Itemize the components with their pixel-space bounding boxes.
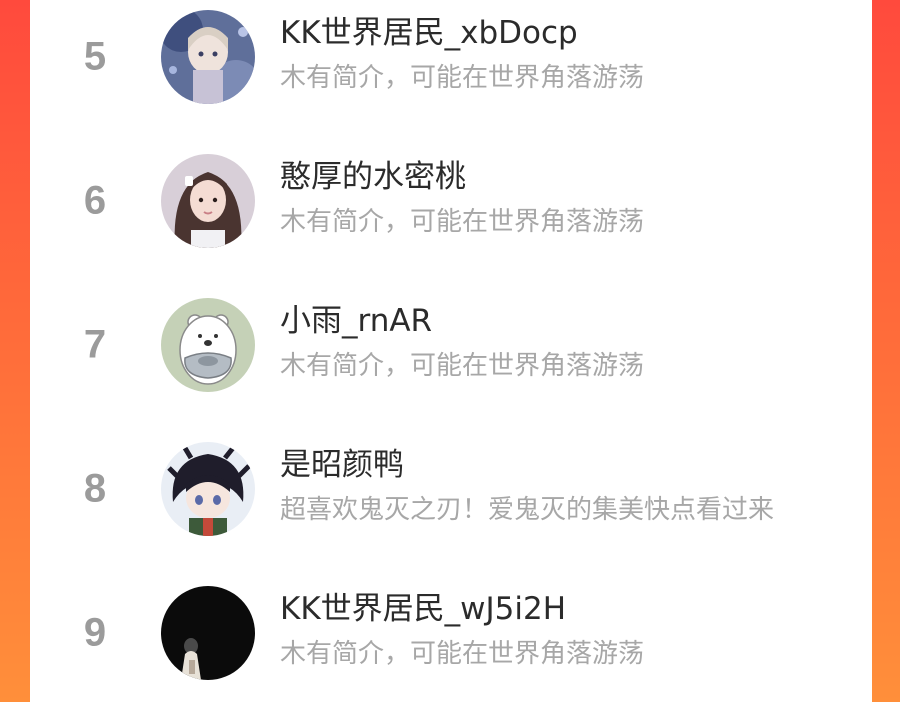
rank-number: 9 xyxy=(83,610,107,655)
ranking-list: 5 KK世界居民_xbDocp 木有简介，可能在世界角落游荡 6 憨厚的水密桃 … xyxy=(30,0,872,702)
list-item[interactable]: 6 憨厚的水密桃 木有简介，可能在世界角落游荡 xyxy=(30,141,872,261)
rank-number: 7 xyxy=(83,322,107,367)
list-item[interactable]: 8 是昭颜鸭 超喜欢鬼灭之刃！爱鬼灭的集美快点看过来 xyxy=(30,429,872,549)
user-name[interactable]: KK世界居民_xbDocp xyxy=(280,7,578,52)
user-bio: 木有简介，可能在世界角落游荡 xyxy=(280,207,645,237)
rank-number: 6 xyxy=(83,178,107,223)
list-item[interactable]: 9 KK世界居民_wJ5i2H 木有简介，可能在世界角落游荡 xyxy=(30,573,872,693)
list-item[interactable]: 5 KK世界居民_xbDocp 木有简介，可能在世界角落游荡 xyxy=(30,0,872,117)
user-name[interactable]: KK世界居民_wJ5i2H xyxy=(280,583,566,628)
user-name[interactable]: 憨厚的水密桃 xyxy=(280,151,466,196)
rank-number: 8 xyxy=(83,466,107,511)
dark-photo-avatar[interactable] xyxy=(161,586,255,680)
user-name[interactable]: 小雨_rnAR xyxy=(280,295,432,340)
user-bio: 木有简介，可能在世界角落游荡 xyxy=(280,63,645,93)
user-bio: 木有简介，可能在世界角落游荡 xyxy=(280,639,645,669)
list-item[interactable]: 7 小雨_rnAR 木有简介，可能在世界角落游荡 xyxy=(30,285,872,405)
anime-girl-avatar[interactable] xyxy=(161,10,255,104)
rank-number: 5 xyxy=(83,34,107,79)
girl-photo-avatar[interactable] xyxy=(161,154,255,248)
anime-boy-avatar[interactable] xyxy=(161,442,255,536)
user-bio: 超喜欢鬼灭之刃！爱鬼灭的集美快点看过来 xyxy=(280,495,775,525)
user-name[interactable]: 是昭颜鸭 xyxy=(280,439,404,484)
polar-bear-avatar[interactable] xyxy=(161,298,255,392)
user-bio: 木有简介，可能在世界角落游荡 xyxy=(280,351,645,381)
